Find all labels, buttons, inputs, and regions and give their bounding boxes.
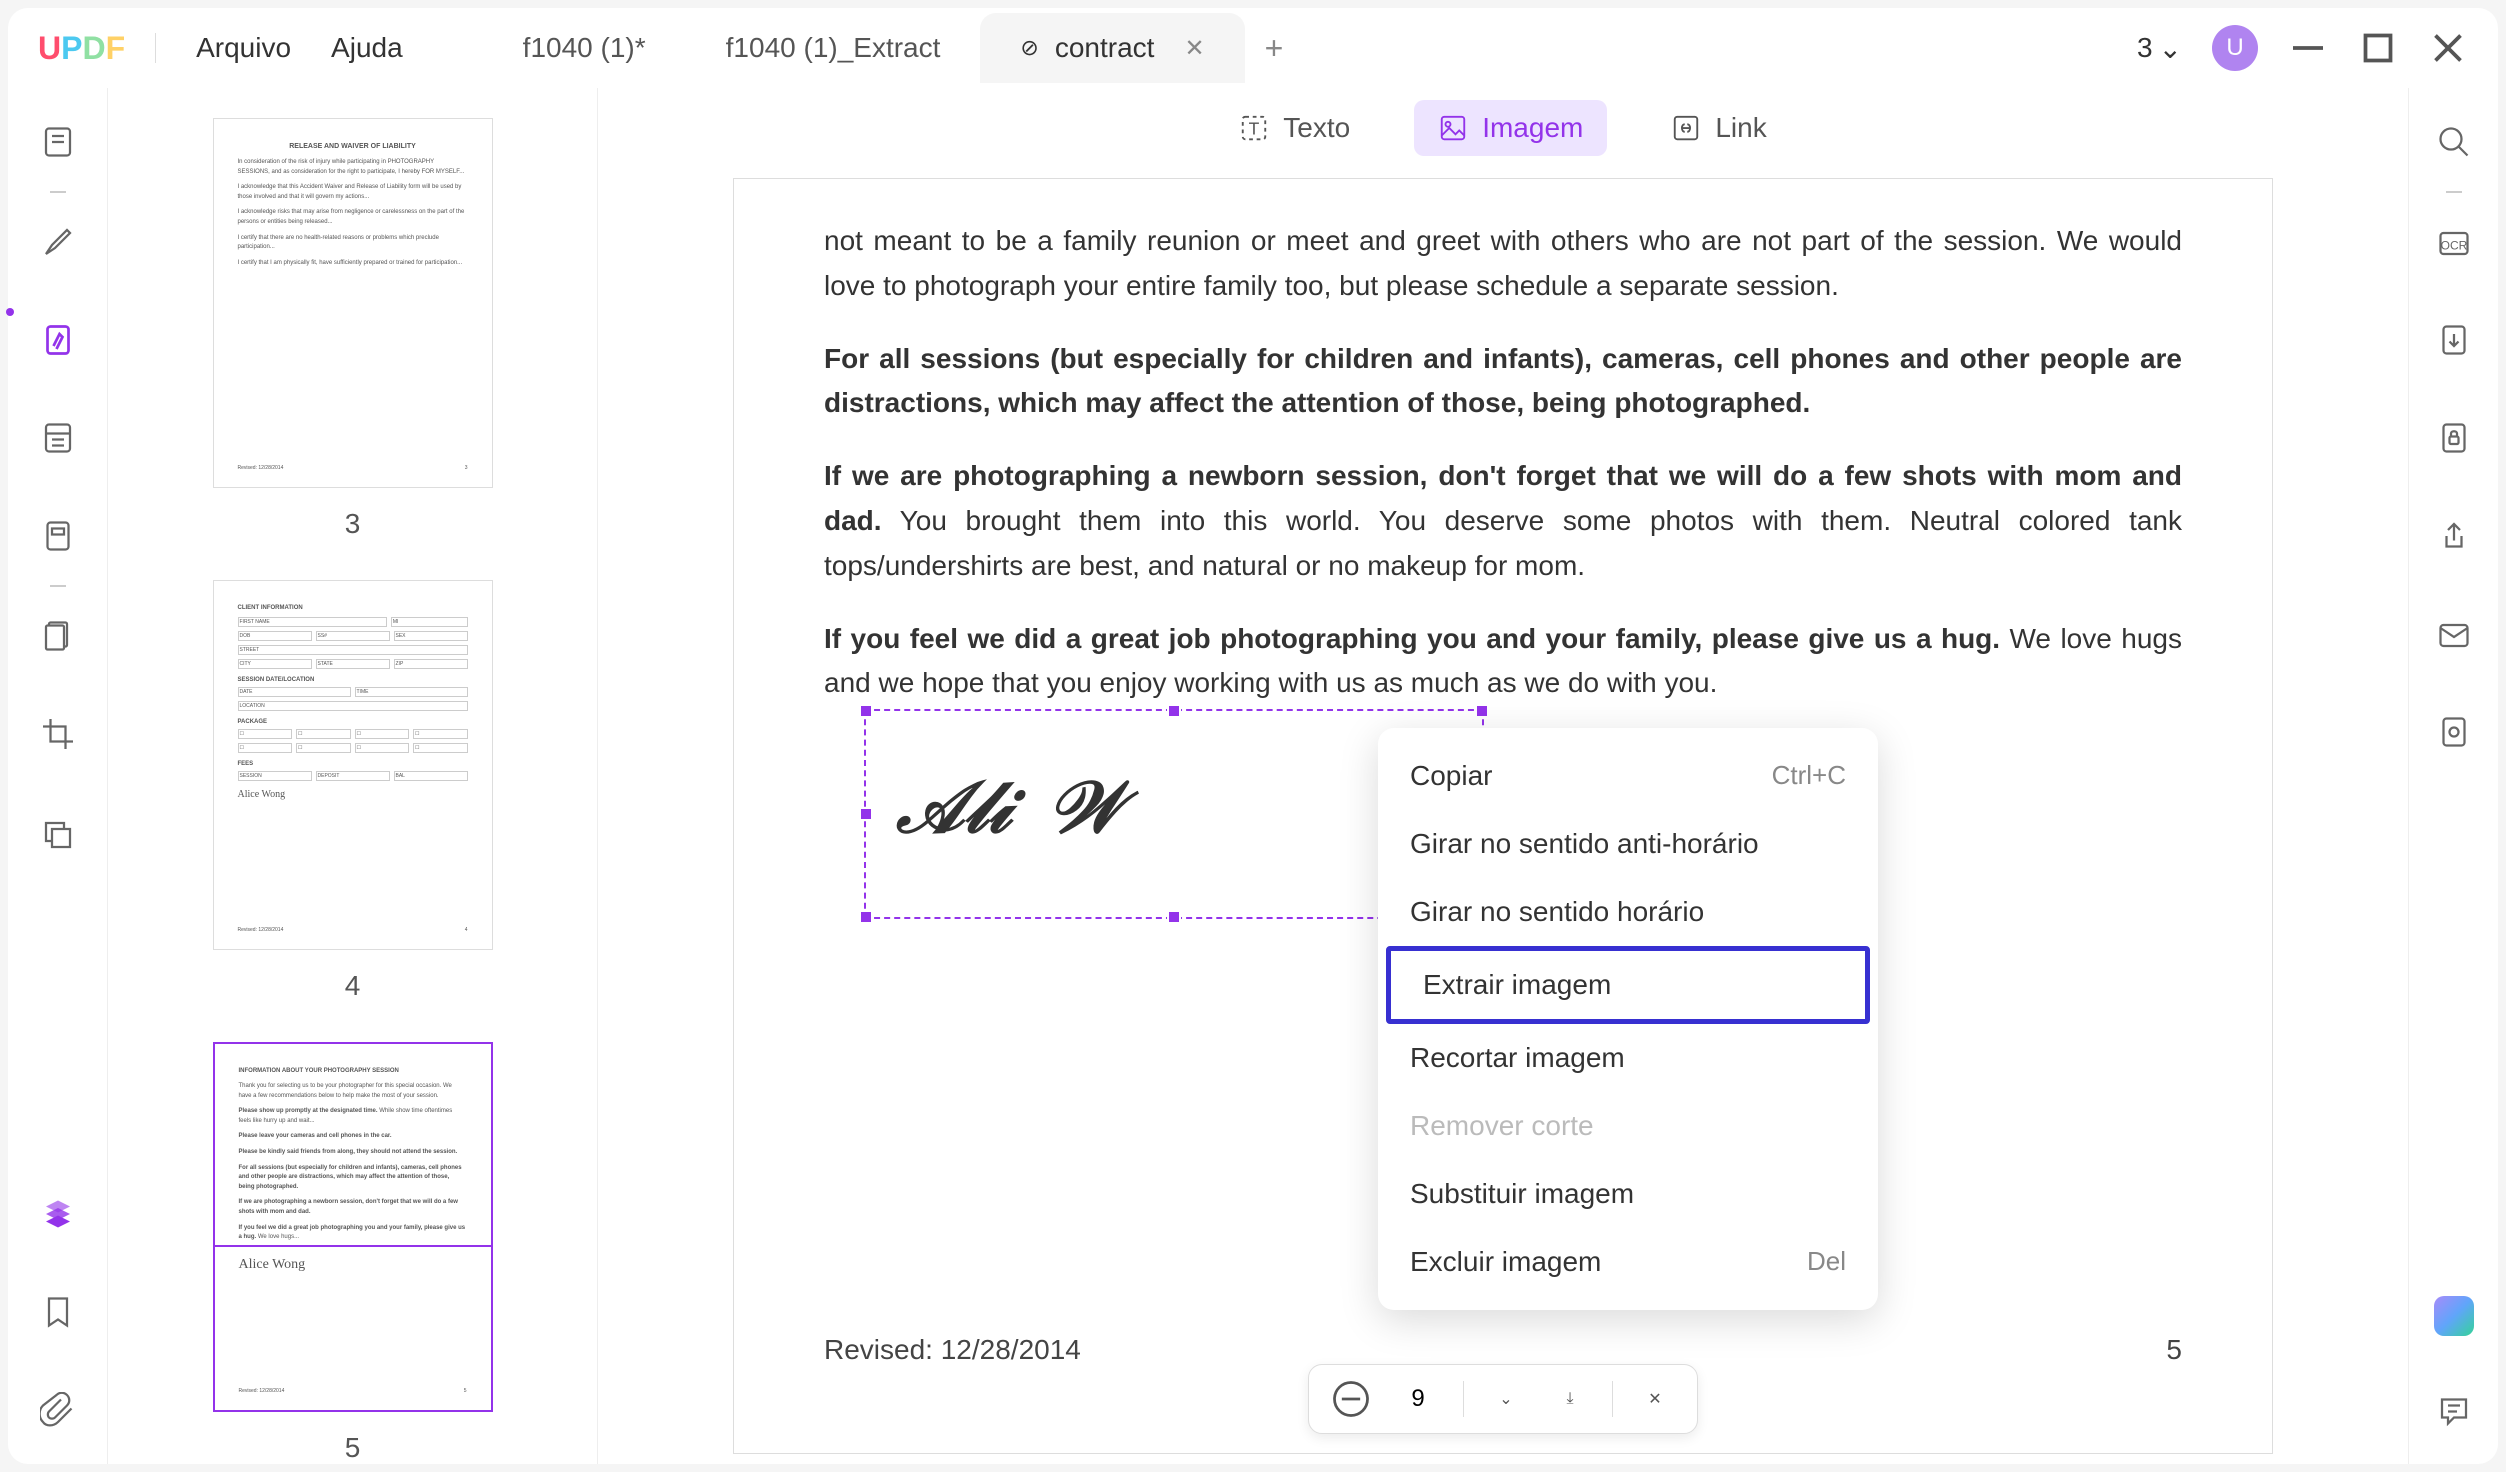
context-replace-image[interactable]: Substituir imagem [1378,1160,1878,1228]
document-area: T Texto Imagem Link not meant to be a fa… [598,88,2408,1464]
document-text: If you feel we did a great job photograp… [824,617,2182,707]
page-navigation-toolbar: ⌄ ⤓ ✕ [1308,1364,1698,1434]
svg-text:OCR: OCR [2440,239,2467,253]
crop-tool-icon[interactable] [34,710,82,758]
document-text: not meant to be a family reunion or meet… [824,219,2182,309]
thumbnail-page-5[interactable]: INFORMATION ABOUT YOUR PHOTOGRAPHY SESSI… [168,1042,537,1464]
resize-handle[interactable] [859,910,873,924]
batch-icon[interactable] [2430,708,2478,756]
thumbnail-page-3[interactable]: RELEASE AND WAIVER OF LIABILITY In consi… [168,118,537,540]
left-sidebar [8,88,108,1464]
close-icon[interactable]: ✕ [1184,34,1204,63]
context-rotate-ccw[interactable]: Girar no sentido anti-horário [1378,810,1878,878]
edit-toolbar: T Texto Imagem Link [598,88,2408,168]
thumbnail-page-4[interactable]: CLIENT INFORMATION FIRST NAMEMI DOBSS#SE… [168,580,537,1002]
page-tool-icon[interactable] [34,612,82,660]
context-crop-image[interactable]: Recortar imagem [1378,1024,1878,1092]
chat-icon[interactable] [2430,1386,2478,1434]
resize-handle[interactable] [1475,704,1489,718]
document-text: If we are photographing a newborn sessio… [824,454,2182,588]
ai-assistant-icon[interactable] [2434,1296,2474,1336]
context-remove-crop: Remover corte [1378,1092,1878,1160]
thumbnails-panel: RELEASE AND WAIVER OF LIABILITY In consi… [108,88,598,1464]
redact-tool-icon[interactable] [34,808,82,856]
email-icon[interactable] [2430,610,2478,658]
context-extract-image[interactable]: Extrair imagem [1386,946,1870,1024]
bookmark-panel-icon[interactable] [34,1288,82,1336]
signature-image: 𝒜𝓁𝒾 𝒲 [896,751,1123,866]
context-copy[interactable]: Copiar Ctrl+C [1378,742,1878,810]
text-tool-button[interactable]: T Texto [1215,100,1374,156]
last-page-button[interactable]: ⤓ [1548,1377,1592,1421]
minimize-button[interactable] [2288,28,2328,68]
menu-help[interactable]: Ajuda [331,32,403,64]
right-sidebar: OCR [2408,88,2498,1464]
chevron-down-icon: ⌄ [2159,32,2182,65]
edit-tool-icon[interactable] [34,316,82,364]
tab-count-dropdown[interactable]: 3 ⌄ [2137,32,2182,65]
thumbnails-panel-icon[interactable] [34,1190,82,1238]
tab-f1040-extract[interactable]: f1040 (1)_Extract [686,13,981,83]
image-tool-button[interactable]: Imagem [1414,100,1607,156]
page-number-input[interactable] [1393,1385,1443,1413]
document-text: For all sessions (but especially for chi… [824,337,2182,427]
context-rotate-cw[interactable]: Girar no sentido horário [1378,878,1878,946]
app-logo: UPDF [38,30,125,67]
share-icon[interactable] [2430,512,2478,560]
search-icon[interactable] [2430,118,2478,166]
titlebar: UPDF Arquivo Ajuda f1040 (1)* f1040 (1)_… [8,8,2498,88]
context-menu: Copiar Ctrl+C Girar no sentido anti-horá… [1378,728,1878,1310]
add-tab-button[interactable]: + [1265,30,1284,67]
resize-handle[interactable] [1167,910,1181,924]
reader-mode-icon[interactable] [34,118,82,166]
attachment-panel-icon[interactable] [34,1386,82,1434]
maximize-button[interactable] [2358,28,2398,68]
tabs-container: f1040 (1)* f1040 (1)_Extract ⊘ contract … [483,13,2137,83]
resize-handle[interactable] [1167,704,1181,718]
form-tool-icon[interactable] [34,512,82,560]
menu-file[interactable]: Arquivo [196,32,291,64]
protect-icon[interactable] [2430,414,2478,462]
svg-text:T: T [1249,118,1260,138]
organize-tool-icon[interactable] [34,414,82,462]
export-icon[interactable] [2430,316,2478,364]
comment-tool-icon[interactable] [34,218,82,266]
close-window-button[interactable] [2428,28,2468,68]
close-toolbar-button[interactable]: ✕ [1633,1377,1677,1421]
zoom-out-button[interactable] [1329,1377,1373,1421]
tab-contract[interactable]: ⊘ contract ✕ [980,13,1244,83]
tab-f1040[interactable]: f1040 (1)* [483,13,686,83]
ocr-icon[interactable]: OCR [2430,218,2478,266]
resize-handle[interactable] [859,807,873,821]
unsaved-icon: ⊘ [1020,35,1038,61]
link-tool-button[interactable]: Link [1647,100,1790,156]
context-delete-image[interactable]: Excluir imagem Del [1378,1228,1878,1296]
resize-handle[interactable] [859,704,873,718]
user-avatar[interactable]: U [2212,25,2258,71]
next-page-button[interactable]: ⌄ [1484,1377,1528,1421]
